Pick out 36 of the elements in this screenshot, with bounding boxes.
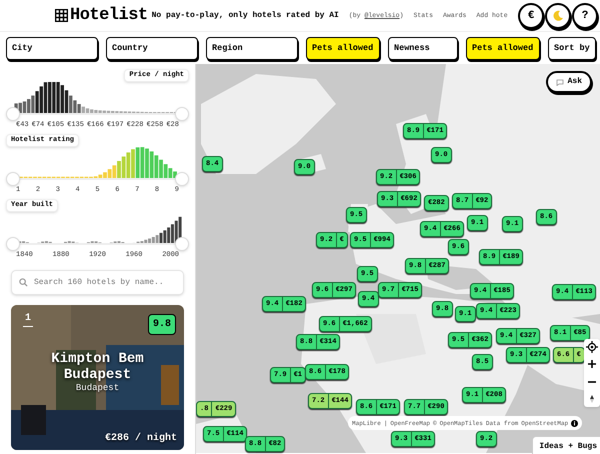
range-slider[interactable]	[6, 107, 189, 121]
theme-toggle-button[interactable]	[545, 3, 571, 29]
logo-text[interactable]: Hotelist	[70, 7, 148, 24]
filter-dropdown[interactable]: Region	[206, 37, 298, 60]
slider-thumb[interactable]	[175, 237, 189, 251]
slider-thumb[interactable]	[6, 237, 20, 251]
range-slider[interactable]	[6, 172, 189, 186]
locate-icon[interactable]	[586, 339, 598, 355]
search-icon	[19, 278, 28, 287]
filter-dropdown[interactable]: Pets allowed	[466, 37, 540, 60]
round-button[interactable]: €	[518, 3, 544, 29]
slider-thumb[interactable]	[175, 172, 189, 186]
tagline: No pay-to-play, only hotels rated by AI	[152, 10, 339, 22]
filter-dropdown[interactable]: City	[6, 37, 98, 60]
ask-button[interactable]: Ask	[546, 71, 592, 93]
rank-number: 1	[23, 311, 34, 327]
search-field[interactable]: Search 160 hotels by name..	[11, 270, 184, 295]
feedback-button[interactable]: Ideas + Bugs	[532, 436, 600, 454]
filter-dropdown[interactable]: Sort by	[548, 37, 596, 60]
hotel-city: Budapest	[76, 383, 120, 394]
slider-thumb[interactable]	[6, 172, 20, 186]
slider-thumb[interactable]	[175, 107, 189, 121]
round-button[interactable]: ?	[572, 3, 598, 29]
filter-dropdown[interactable]: Pets allowed	[306, 37, 380, 60]
info-icon[interactable]	[571, 420, 578, 426]
hotel-name: Kimpton Bem Budapest	[50, 351, 145, 383]
hotel-card[interactable]: 1 9.8 Kimpton Bem Budapest Budapest €286 / night	[11, 305, 184, 450]
chat-icon	[556, 78, 564, 86]
slider-thumb[interactable]	[6, 107, 20, 121]
moon-icon	[552, 10, 564, 22]
range-slider[interactable]	[6, 237, 189, 251]
filter-dropdown[interactable]: Newness	[388, 37, 458, 60]
grid-logo-icon	[55, 9, 68, 22]
hotel-price: €286 / night	[104, 433, 177, 445]
filter-dropdown[interactable]: Country	[106, 37, 198, 60]
rating-badge: 9.8	[148, 314, 176, 335]
